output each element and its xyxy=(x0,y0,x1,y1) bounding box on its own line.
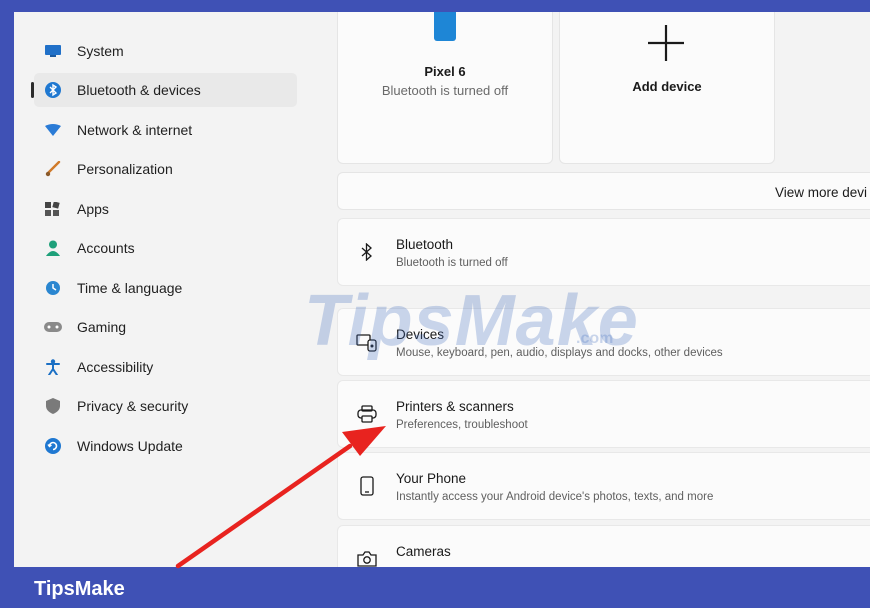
footer-brand-label: TipsMake xyxy=(34,578,125,600)
annotation-arrow xyxy=(175,426,386,569)
